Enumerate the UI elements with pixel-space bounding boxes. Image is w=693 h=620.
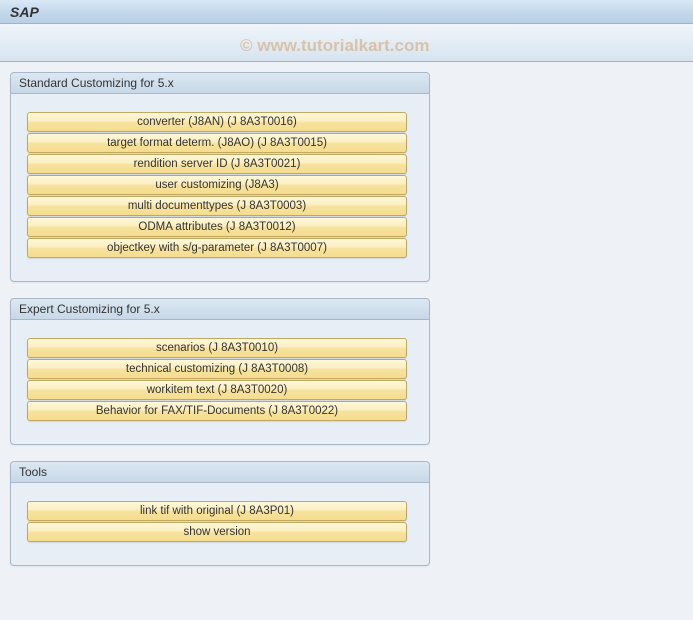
group-header: Tools [11,462,429,483]
button-multi-documenttypes[interactable]: multi documenttypes (J 8A3T0003) [27,196,407,216]
group-tools: Tools link tif with original (J 8A3P01) … [10,461,430,566]
window-title: SAP [10,4,39,20]
button-user-customizing[interactable]: user customizing (J8A3) [27,175,407,195]
button-odma-attributes[interactable]: ODMA attributes (J 8A3T0012) [27,217,407,237]
application-toolbar [0,24,693,62]
group-body: converter (J8AN) (J 8A3T0016) target for… [11,94,429,263]
button-objectkey-sg-parameter[interactable]: objectkey with s/g-parameter (J 8A3T0007… [27,238,407,258]
group-header: Expert Customizing for 5.x [11,299,429,320]
group-body: scenarios (J 8A3T0010) technical customi… [11,320,429,426]
button-scenarios[interactable]: scenarios (J 8A3T0010) [27,338,407,358]
group-body: link tif with original (J 8A3P01) show v… [11,483,429,547]
group-header: Standard Customizing for 5.x [11,73,429,94]
button-technical-customizing[interactable]: technical customizing (J 8A3T0008) [27,359,407,379]
window-title-bar: SAP [0,0,693,24]
button-rendition-server-id[interactable]: rendition server ID (J 8A3T0021) [27,154,407,174]
button-target-format[interactable]: target format determ. (J8AO) (J 8A3T0015… [27,133,407,153]
button-show-version[interactable]: show version [27,522,407,542]
group-expert-customizing: Expert Customizing for 5.x scenarios (J … [10,298,430,445]
group-standard-customizing: Standard Customizing for 5.x converter (… [10,72,430,282]
button-converter[interactable]: converter (J8AN) (J 8A3T0016) [27,112,407,132]
button-workitem-text[interactable]: workitem text (J 8A3T0020) [27,380,407,400]
button-behavior-fax-tif[interactable]: Behavior for FAX/TIF-Documents (J 8A3T00… [27,401,407,421]
button-link-tif-original[interactable]: link tif with original (J 8A3P01) [27,501,407,521]
main-content: Standard Customizing for 5.x converter (… [0,62,693,620]
